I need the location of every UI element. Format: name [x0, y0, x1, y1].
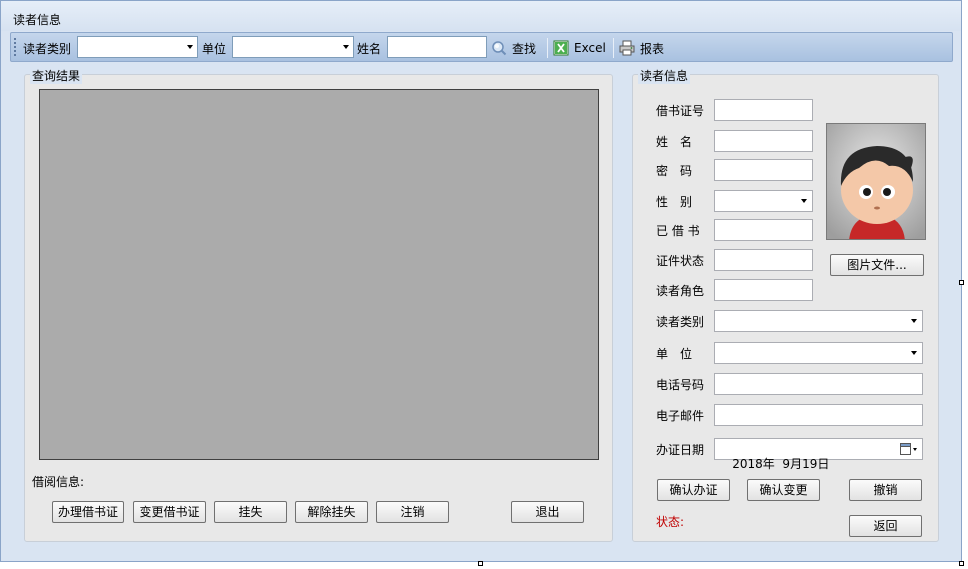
resize-handle-corner[interactable]	[959, 561, 964, 566]
exit-button[interactable]: 退出	[511, 501, 584, 523]
report-button-label: 报表	[640, 41, 665, 56]
name-field[interactable]	[714, 130, 813, 152]
password-label: 密 码	[656, 164, 693, 178]
issue-card-button[interactable]: 办理借书证	[52, 501, 124, 523]
status-label: 状态:	[656, 515, 685, 529]
unit-combo[interactable]	[714, 342, 923, 364]
reader-info-title: 读者信息	[638, 67, 691, 84]
resize-handle-right[interactable]	[959, 280, 964, 285]
chevron-down-icon	[911, 319, 917, 323]
gender-label: 性 别	[656, 195, 693, 209]
phone-field[interactable]	[714, 373, 923, 395]
borrowed-field[interactable]	[714, 219, 813, 241]
email-label: 电子邮件	[656, 409, 705, 423]
toolbar-grip[interactable]	[14, 38, 17, 56]
query-results-title: 查询结果	[30, 67, 83, 84]
picture-file-button[interactable]: 图片文件...	[830, 254, 924, 276]
unit-label: 单 位	[656, 347, 693, 361]
issue-date-value: 2018年 9月19日	[732, 457, 830, 471]
magnifier-icon	[492, 41, 507, 56]
excel-export-button[interactable]: Excel	[553, 37, 606, 59]
card-status-label: 证件状态	[656, 254, 705, 268]
reader-role-field[interactable]	[714, 279, 813, 301]
issue-date-label: 办证日期	[656, 443, 705, 457]
password-field[interactable]	[714, 159, 813, 181]
search-button-label: 查找	[512, 41, 537, 56]
card-no-field[interactable]	[714, 99, 813, 121]
card-no-label: 借书证号	[656, 104, 705, 118]
gender-combo[interactable]	[714, 190, 813, 212]
printer-icon	[619, 40, 635, 56]
name-search-input[interactable]	[387, 36, 487, 58]
title-bar: 读者信息	[1, 1, 961, 31]
search-toolbar: 读者类别 单位 姓名 查找 Excel 报表	[10, 32, 953, 62]
confirm-change-button[interactable]: 确认变更	[747, 479, 820, 501]
toolbar-separator	[613, 38, 614, 58]
phone-label: 电话号码	[656, 378, 705, 392]
cancel-loss-button[interactable]: 解除挂失	[295, 501, 368, 523]
reader-type-combo[interactable]	[77, 36, 198, 58]
reader-role-label: 读者角色	[656, 284, 705, 298]
reader-photo	[826, 123, 926, 240]
results-data-grid[interactable]	[39, 89, 599, 460]
email-field[interactable]	[714, 404, 923, 426]
reader-type-label: 读者类别	[23, 42, 72, 56]
name-label: 姓名	[357, 42, 382, 56]
chevron-down-icon	[801, 199, 807, 203]
unit-combo[interactable]	[232, 36, 354, 58]
unit-label: 单位	[202, 42, 227, 56]
report-button[interactable]: 报表	[619, 37, 664, 59]
resize-handle-bottom[interactable]	[478, 561, 483, 566]
avatar	[827, 124, 925, 239]
borrow-info-label: 借阅信息:	[32, 475, 85, 489]
reader-type-label: 读者类别	[656, 315, 705, 329]
change-card-button[interactable]: 变更借书证	[133, 501, 206, 523]
chevron-down-icon	[343, 45, 349, 49]
toolbar-separator	[547, 38, 548, 58]
undo-button[interactable]: 撤销	[849, 479, 922, 501]
chevron-down-icon	[911, 351, 917, 355]
deregister-button[interactable]: 注销	[376, 501, 449, 523]
back-button[interactable]: 返回	[849, 515, 922, 537]
card-status-field[interactable]	[714, 249, 813, 271]
report-loss-button[interactable]: 挂失	[214, 501, 287, 523]
confirm-issue-button[interactable]: 确认办证	[657, 479, 730, 501]
excel-icon	[553, 40, 569, 56]
calendar-icon	[900, 443, 917, 455]
borrowed-label: 已 借 书	[656, 224, 700, 238]
excel-button-label: Excel	[574, 41, 606, 55]
reader-type-combo[interactable]	[714, 310, 923, 332]
issue-date-picker[interactable]: 2018年 9月19日	[714, 438, 923, 471]
chevron-down-icon	[187, 45, 193, 49]
reader-info-window: 读者信息 读者类别 单位 姓名 查找 Excel 报表 查询结果 借阅信息: 办…	[0, 0, 962, 562]
name-label: 姓 名	[656, 135, 693, 149]
search-button[interactable]: 查找	[491, 37, 536, 59]
window-title: 读者信息	[13, 13, 62, 27]
